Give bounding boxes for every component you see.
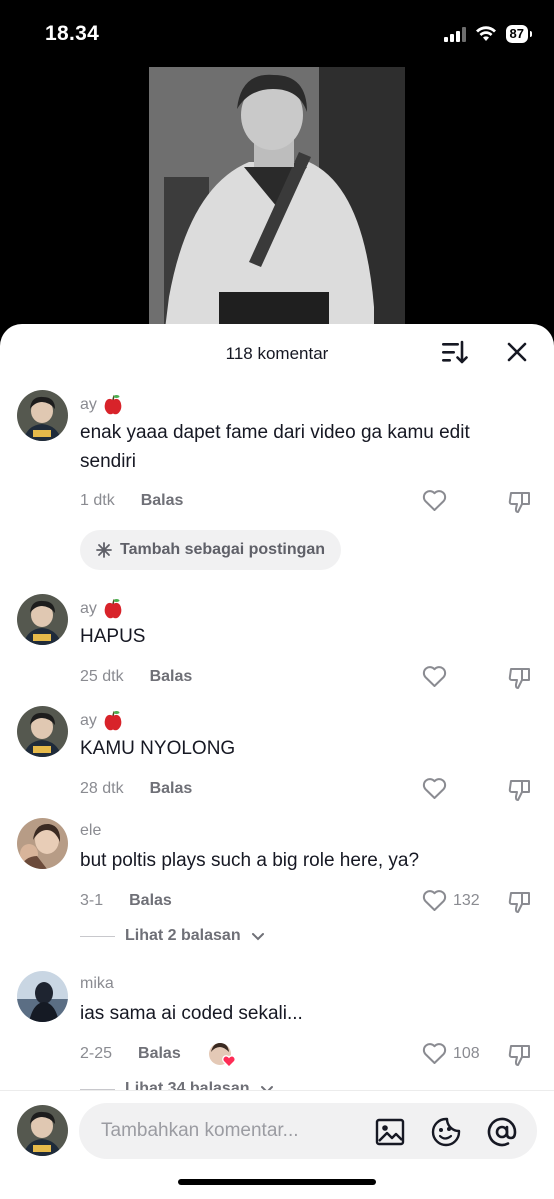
emoji-sticker-icon[interactable]	[431, 1117, 461, 1147]
dislike-icon[interactable]	[507, 490, 533, 514]
chevron-down-icon	[251, 932, 264, 940]
comment-count-title: 118 komentar	[225, 344, 329, 363]
like-button[interactable]: 132	[422, 889, 480, 912]
comment-text: HAPUS	[80, 626, 146, 647]
sheet-header: 118 komentar	[0, 324, 554, 382]
reply-button[interactable]: Balas	[129, 892, 172, 910]
avatar-image	[17, 1105, 68, 1156]
avatar-image	[17, 818, 68, 869]
heart-icon	[422, 778, 447, 799]
heart-icon	[422, 666, 447, 687]
like-button[interactable]	[422, 489, 447, 512]
like-count: 108	[453, 1044, 480, 1062]
add-as-post-button[interactable]: Tambah sebagai postingan	[80, 530, 342, 570]
video-thumbnail[interactable]	[149, 67, 405, 337]
comment-meta: 28 dtk Balas	[80, 780, 192, 798]
comment-time: 1 dtk	[80, 492, 115, 509]
dislike-icon[interactable]	[507, 1043, 533, 1067]
comment-time: 25 dtk	[80, 668, 124, 685]
view-replies-button[interactable]: Lihat 2 balasan	[80, 927, 265, 945]
status-icons: 87	[443, 25, 533, 43]
like-button[interactable]	[422, 665, 447, 688]
mention-icon[interactable]	[487, 1117, 517, 1147]
reply-button[interactable]: Balas	[141, 492, 184, 510]
divider-line	[80, 935, 115, 937]
wifi-icon	[475, 26, 496, 41]
username-text[interactable]: ay	[80, 396, 97, 414]
cellular-signal-icon	[443, 26, 466, 42]
comment-text: KAMU NYOLONG	[80, 738, 236, 759]
comment-meta: 1 dtk Balas	[80, 492, 183, 510]
heart-icon	[422, 890, 447, 911]
apple-emoji-icon	[104, 711, 122, 731]
username-text[interactable]: ele	[80, 822, 101, 840]
avatar[interactable]	[17, 390, 68, 441]
comment-input[interactable]: Tambahkan komentar...	[79, 1103, 537, 1159]
video-person-image	[149, 67, 405, 337]
like-button[interactable]	[422, 777, 447, 800]
home-indicator	[178, 1179, 376, 1185]
comment-text: ias sama ai coded sekali...	[80, 1003, 303, 1024]
sort-icon[interactable]	[440, 340, 468, 366]
reply-button[interactable]: Balas	[150, 668, 193, 686]
comment-text: but poltis plays such a big role here, y…	[80, 850, 420, 871]
comment-meta: 25 dtk Balas	[80, 668, 192, 686]
avatar-image	[17, 390, 68, 441]
comment-username[interactable]: ay	[80, 710, 123, 731]
avatar-image	[17, 594, 68, 645]
heart-icon	[422, 490, 447, 511]
reply-button[interactable]: Balas	[150, 780, 193, 798]
username-text[interactable]: ay	[80, 712, 97, 730]
dislike-icon[interactable]	[507, 890, 533, 914]
creator-liked-badge-icon	[209, 1043, 236, 1068]
comment-meta: 2-25 Balas	[80, 1045, 181, 1063]
avatar-image	[17, 971, 68, 1022]
comment-text: enak yaaa dapet fame dari video ga kamu …	[80, 422, 470, 472]
heart-icon	[422, 1043, 447, 1064]
avatar[interactable]	[17, 594, 68, 645]
comment-username[interactable]: mika	[80, 975, 114, 993]
comment-input-placeholder: Tambahkan komentar...	[101, 1120, 299, 1141]
comment-username[interactable]: ay	[80, 394, 123, 415]
view-replies-label: Lihat 2 balasan	[125, 927, 241, 944]
avatar-image	[17, 706, 68, 757]
dislike-icon[interactable]	[507, 778, 533, 802]
comment-username[interactable]: ay	[80, 598, 123, 619]
username-text[interactable]: ay	[80, 600, 97, 618]
apple-emoji-icon	[104, 395, 122, 415]
status-time: 18.34	[45, 22, 100, 45]
avatar[interactable]	[17, 971, 68, 1022]
like-button[interactable]: 108	[422, 1042, 480, 1065]
avatar[interactable]	[17, 818, 68, 869]
dislike-icon[interactable]	[507, 666, 533, 690]
comment-username[interactable]: ele	[80, 822, 101, 840]
avatar[interactable]	[17, 706, 68, 757]
battery-icon: 87	[505, 25, 533, 43]
comment-meta: 3-1 Balas	[80, 892, 172, 910]
comment-time: 2-25	[80, 1045, 113, 1062]
reply-button[interactable]: Balas	[138, 1045, 181, 1063]
status-bar: 18.34 87	[0, 0, 554, 60]
close-icon[interactable]	[505, 340, 529, 364]
image-icon[interactable]	[375, 1117, 405, 1147]
comment-time: 28 dtk	[80, 780, 124, 797]
comment-time: 3-1	[80, 892, 104, 909]
username-text[interactable]: mika	[80, 975, 114, 993]
like-count: 132	[453, 891, 480, 909]
sparkle-icon	[96, 542, 112, 558]
apple-emoji-icon	[104, 599, 122, 619]
add-as-post-label: Tambah sebagai postingan	[120, 541, 326, 558]
current-user-avatar[interactable]	[17, 1105, 68, 1156]
